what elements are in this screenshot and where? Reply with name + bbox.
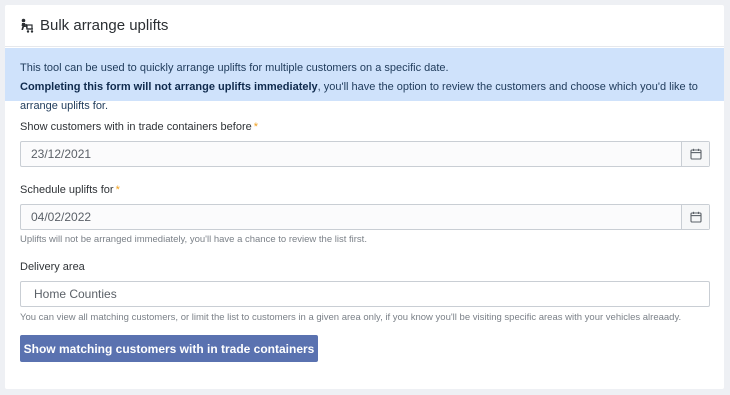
before-date-value[interactable]: 23/12/2021 [21, 147, 681, 161]
calendar-icon[interactable] [681, 205, 709, 229]
required-mark: * [115, 184, 120, 196]
delivery-area-field[interactable]: Home Counties [20, 281, 710, 307]
person-with-trolley-icon [19, 18, 35, 34]
required-mark: * [253, 121, 259, 133]
before-date-label-text: Show customers with in trade containers … [20, 121, 252, 133]
before-date-label: Show customers with in trade containers … [20, 121, 258, 133]
uplift-date-label-text: Schedule uplifts for [20, 184, 114, 196]
delivery-area-value[interactable]: Home Counties [21, 287, 709, 301]
uplift-date-value[interactable]: 04/02/2022 [21, 210, 681, 224]
page-title: Bulk arrange uplifts [40, 17, 169, 34]
info-line-2-bold: Completing this form will not arrange up… [20, 81, 318, 93]
uplift-date-help: Uplifts will not be arranged immediately… [20, 234, 367, 245]
calendar-icon[interactable] [681, 142, 709, 166]
card-header: Bulk arrange uplifts [5, 5, 724, 47]
info-line-2: Completing this form will not arrange up… [20, 78, 724, 116]
show-matching-customers-button[interactable]: Show matching customers with in trade co… [20, 335, 318, 362]
delivery-area-label: Delivery area [20, 261, 85, 273]
info-line-1: This tool can be used to quickly arrange… [20, 62, 449, 74]
uplift-date-label: Schedule uplifts for * [20, 184, 120, 196]
bulk-arrange-card: Bulk arrange uplifts This tool can be us… [5, 5, 724, 389]
delivery-area-help: You can view all matching customers, or … [20, 312, 682, 323]
info-banner: This tool can be used to quickly arrange… [5, 48, 724, 112]
before-date-field[interactable]: 23/12/2021 [20, 141, 710, 167]
uplift-date-field[interactable]: 04/02/2022 [20, 204, 710, 230]
